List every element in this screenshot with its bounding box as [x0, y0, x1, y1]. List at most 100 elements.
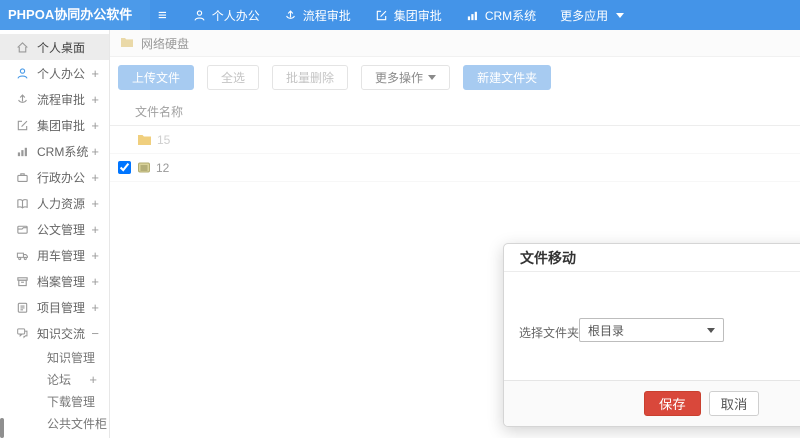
- sidebar-item-label: 用车管理: [37, 248, 86, 263]
- process-icon: [16, 93, 29, 106]
- sidebar-item-process-approval[interactable]: 流程审批 +: [0, 86, 109, 112]
- topnav-personal-office[interactable]: 个人办公: [181, 0, 272, 30]
- sidebar-item-label: 公文管理: [37, 222, 86, 237]
- collapse-minus-icon[interactable]: −: [91, 326, 99, 341]
- expand-plus-icon[interactable]: +: [91, 118, 99, 133]
- sidebar-item-label: 项目管理: [37, 300, 86, 315]
- topnav-label: 集团审批: [393, 8, 442, 23]
- edit-icon: [375, 9, 388, 22]
- sidebar-item-personal-desktop[interactable]: 个人桌面: [0, 34, 109, 60]
- folder-select-dropdown[interactable]: 根目录: [579, 318, 724, 342]
- top-navigation: 个人办公 流程审批 集团审批 CRM系统 更多应用: [181, 0, 636, 30]
- sidebar-scrollbar-thumb[interactable]: [0, 418, 4, 438]
- select-all-button[interactable]: 全选: [207, 65, 260, 90]
- chat-icon: [16, 327, 29, 340]
- file-name-column-header: 文件名称: [110, 98, 800, 126]
- more-operations-label: 更多操作: [375, 71, 424, 85]
- expand-plus-icon[interactable]: +: [91, 300, 99, 315]
- sidebar-item-project-mgmt[interactable]: 项目管理 +: [0, 294, 109, 320]
- briefcase-icon: [16, 171, 29, 184]
- save-button[interactable]: 保存: [644, 391, 701, 416]
- sidebar-item-label: 个人办公: [37, 66, 86, 81]
- file-move-modal: 文件移动 选择文件夹 根目录 保存 取消: [503, 243, 800, 427]
- modal-header: 文件移动: [504, 244, 800, 272]
- sidebar-item-archive-mgmt[interactable]: 档案管理 +: [0, 268, 109, 294]
- breadcrumb-label: 网络硬盘: [141, 36, 190, 51]
- sidebar-subitem-label: 公共文件柜: [47, 416, 108, 431]
- folder-icon: [120, 36, 134, 51]
- topnav-crm-system[interactable]: CRM系统: [454, 0, 548, 30]
- expand-plus-icon[interactable]: +: [91, 144, 99, 159]
- sidebar-subitem-label: 下载管理: [47, 394, 96, 409]
- breadcrumb: 网络硬盘: [110, 30, 800, 57]
- sidebar-subitem-knowledge-mgmt[interactable]: 知识管理: [0, 346, 109, 368]
- topnav-more-apps[interactable]: 更多应用: [548, 0, 636, 30]
- sidebar-item-label: 集团审批: [37, 118, 86, 133]
- sidebar-subitem-forum[interactable]: 论坛 +: [0, 368, 109, 390]
- expand-plus-icon[interactable]: +: [89, 372, 97, 387]
- hamburger-menu-icon[interactable]: ≡: [158, 7, 167, 24]
- expand-plus-icon[interactable]: +: [91, 222, 99, 237]
- file-name[interactable]: 15: [157, 133, 170, 147]
- expand-plus-icon[interactable]: +: [91, 248, 99, 263]
- chart-icon: [16, 145, 29, 158]
- sidebar-item-label: 人力资源: [37, 196, 86, 211]
- sidebar-subitem-public-file-cabinet[interactable]: 公共文件柜: [0, 412, 109, 434]
- sidebar-item-admin-office[interactable]: 行政办公 +: [0, 164, 109, 190]
- home-icon: [16, 41, 29, 54]
- topnav-label: 个人办公: [211, 8, 260, 23]
- sidebar-item-personal-office[interactable]: 个人办公 +: [0, 60, 109, 86]
- sidebar-subitem-label: 知识管理: [47, 350, 96, 365]
- user-icon: [193, 9, 206, 22]
- sidebar-item-label: 档案管理: [37, 274, 86, 289]
- file-name[interactable]: 12: [156, 161, 169, 175]
- toolbar: 上传文件 全选 批量删除 更多操作 新建文件夹: [110, 57, 800, 90]
- sidebar-item-human-resources[interactable]: 人力资源 +: [0, 190, 109, 216]
- expand-plus-icon[interactable]: +: [91, 170, 99, 185]
- folder-select-label: 选择文件夹: [519, 326, 580, 340]
- sidebar-item-label: 个人桌面: [37, 40, 86, 55]
- folder-icon: [137, 133, 152, 146]
- modal-body: 选择文件夹 根目录: [504, 272, 800, 380]
- book-icon: [16, 197, 29, 210]
- document-icon: [16, 223, 29, 236]
- sidebar-item-vehicle-mgmt[interactable]: 用车管理 +: [0, 242, 109, 268]
- modal-footer: 保存 取消: [504, 380, 800, 426]
- topnav-group-approval[interactable]: 集团审批: [363, 0, 454, 30]
- sidebar-item-label: 知识交流: [37, 326, 86, 341]
- batch-delete-button[interactable]: 批量删除: [272, 65, 349, 90]
- archive-icon: [16, 275, 29, 288]
- sidebar-item-group-approval[interactable]: 集团审批 +: [0, 112, 109, 138]
- topnav-label: CRM系统: [484, 8, 537, 23]
- upload-file-button[interactable]: 上传文件: [118, 65, 195, 90]
- expand-plus-icon[interactable]: +: [91, 66, 99, 81]
- expand-plus-icon[interactable]: +: [91, 92, 99, 107]
- topnav-label: 更多应用: [560, 8, 609, 23]
- sidebar-subitem-download-mgmt[interactable]: 下载管理: [0, 390, 109, 412]
- process-icon: [284, 9, 297, 22]
- selected-folder-value: 根目录: [588, 323, 625, 338]
- file-row-folder-15[interactable]: 15: [110, 126, 800, 154]
- topbar: PHPOA协同办公软件 ≡ 个人办公 流程审批 集团审批 CRM系统 更多应用: [0, 0, 800, 30]
- more-operations-dropdown[interactable]: 更多操作: [361, 65, 451, 90]
- topnav-label: 流程审批: [302, 8, 351, 23]
- sidebar-item-label: CRM系统: [37, 144, 89, 159]
- sidebar-item-label: 流程审批: [37, 92, 86, 107]
- cancel-button[interactable]: 取消: [708, 391, 760, 416]
- sidebar-item-knowledge-exchange[interactable]: 知识交流 −: [0, 320, 109, 346]
- topnav-process-approval[interactable]: 流程审批: [272, 0, 363, 30]
- sidebar-item-crm-system[interactable]: CRM系统 +: [0, 138, 109, 164]
- chart-icon: [466, 9, 479, 22]
- expand-plus-icon[interactable]: +: [91, 274, 99, 289]
- file-table: 文件名称 15 12: [110, 98, 800, 182]
- row-checkbox[interactable]: [118, 161, 131, 174]
- new-folder-button[interactable]: 新建文件夹: [463, 65, 552, 90]
- expand-plus-icon[interactable]: +: [91, 196, 99, 211]
- sidebar-subitem-label: 论坛: [47, 372, 72, 387]
- file-icon: [137, 161, 151, 174]
- file-row-file-12[interactable]: 12: [110, 154, 800, 182]
- caret-down-icon: [707, 327, 715, 333]
- sidebar-item-document-mgmt[interactable]: 公文管理 +: [0, 216, 109, 242]
- sidebar: 个人桌面 个人办公 + 流程审批 + 集团审批 + CRM系统 + 行政办公 +: [0, 30, 110, 438]
- caret-down-icon: [428, 75, 437, 80]
